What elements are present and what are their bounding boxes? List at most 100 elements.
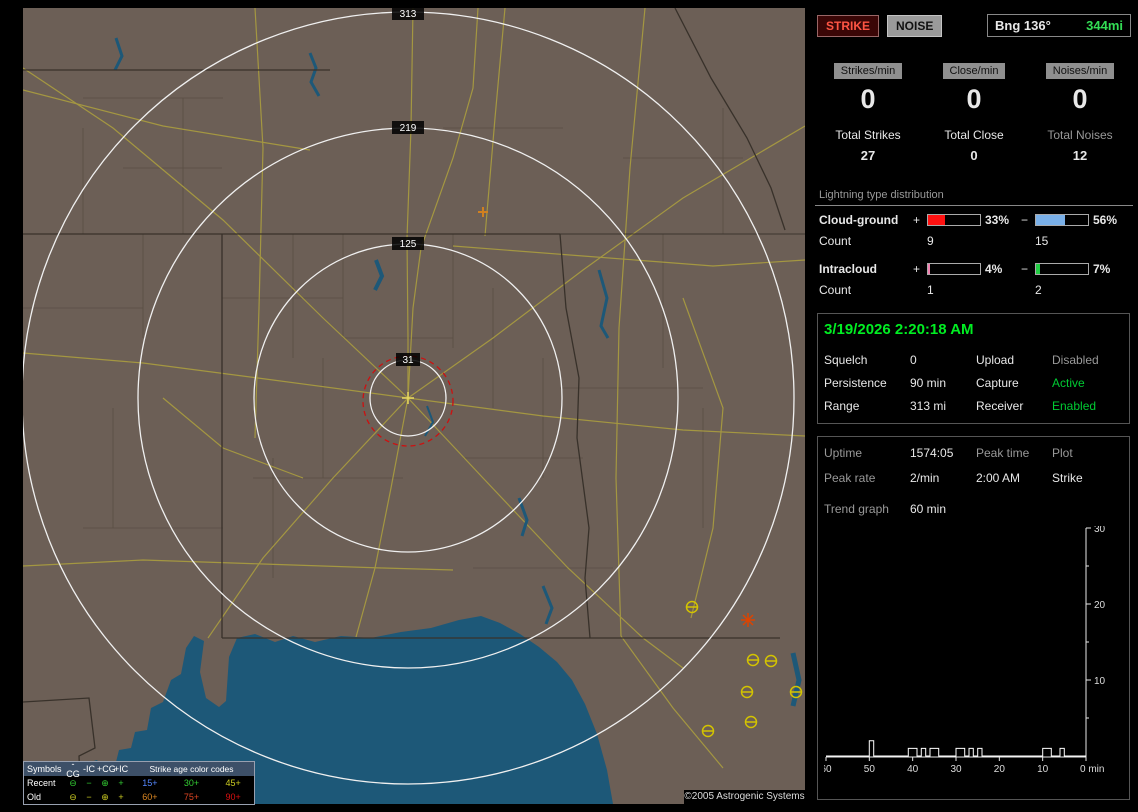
ring-label-125: 125 — [400, 239, 417, 250]
rate-counters: Strikes/min 0 Total Strikes 27 Close/min… — [815, 61, 1133, 163]
capture-label: Capture — [976, 376, 1019, 390]
capture-status: Active — [1052, 376, 1085, 390]
persistence-value: 90 min — [910, 376, 947, 390]
svg-text:10: 10 — [1094, 676, 1106, 687]
svg-text:20: 20 — [994, 764, 1006, 775]
svg-text:10: 10 — [1037, 764, 1049, 775]
cg-negative-bar — [1035, 214, 1089, 226]
neg-ic-recent-icon: − — [86, 778, 92, 788]
bearing-distance: 344mi — [1086, 18, 1123, 33]
svg-text:0 min: 0 min — [1080, 764, 1104, 775]
cloud-ground-label: Cloud-ground — [819, 213, 899, 227]
ic-count-label: Count — [819, 283, 852, 297]
peak-rate-value: 2/min — [910, 471, 940, 485]
total-close-value: 0 — [970, 148, 978, 163]
uptime-stats-grid: Uptime 1574:05 Peak time Plot Peak rate … — [824, 446, 1123, 516]
total-strikes-value: 27 — [860, 148, 876, 163]
noises-per-min-column: Noises/min 0 Total Noises 12 — [1027, 61, 1133, 163]
svg-text:30: 30 — [1094, 526, 1106, 535]
pos-ic-old-icon: + — [118, 792, 124, 802]
ic-positive-count: 1 — [927, 283, 934, 297]
close-strike-symbol — [741, 613, 755, 627]
neg-ic-old-icon: − — [86, 792, 92, 802]
svg-text:20: 20 — [1094, 600, 1106, 611]
legend-col-pos-ic: +IC — [113, 764, 129, 774]
age-code-30: 30+ — [183, 778, 200, 788]
close-per-min-column: Close/min 0 Total Close 0 — [921, 61, 1027, 163]
range-label: Range — [824, 399, 860, 413]
persistence-label: Persistence — [824, 376, 887, 390]
svg-text:30: 30 — [950, 764, 962, 775]
squelch-label: Squelch — [824, 353, 868, 367]
legend-old-label: Old — [27, 792, 42, 802]
minus-sign: − — [1021, 213, 1029, 227]
strikes-per-min-header[interactable]: Strikes/min — [833, 63, 903, 79]
plus-sign: + — [913, 262, 921, 276]
ic-negative-pct: 7% — [1093, 262, 1111, 276]
ic-negative-bar — [1035, 263, 1089, 275]
uptime-label: Uptime — [824, 446, 863, 460]
ring-label-313: 313 — [400, 9, 417, 20]
cg-negative-pct: 56% — [1093, 213, 1118, 227]
intracloud-count-row: Count 1 2 — [815, 276, 1133, 297]
receiver-status-box: 3/19/2026 2:20:18 AM Squelch 0 Upload Di… — [817, 313, 1130, 424]
plot-label: Plot — [1052, 446, 1073, 460]
range-value: 313 mi — [910, 399, 947, 413]
neg-cg-old-icon: ⊖ — [69, 791, 77, 802]
status-sidebar: STRIKE NOISE Bng 136° 344mi Strikes/min … — [815, 0, 1133, 812]
legend-col-neg-cg: -CG — [66, 759, 80, 779]
noise-mode-button[interactable]: NOISE — [887, 14, 943, 37]
map-canvas: 313 219 125 31 — [23, 8, 805, 804]
age-code-90: 90+ — [225, 792, 241, 802]
lightning-distribution: Lightning type distribution Cloud-ground… — [815, 189, 1133, 297]
legend-col-pos-cg: +CG — [97, 764, 116, 774]
copyright-text: ©2005 Astrogenic Systems — [684, 790, 805, 804]
age-code-15: 15+ — [142, 778, 158, 788]
plot-value: Strike — [1052, 471, 1083, 485]
legend-symbols-title: Symbols — [27, 764, 62, 774]
close-per-min-value: 0 — [966, 84, 982, 114]
legend-row-recent: Recent ⊖ − ⊕ + 15+ 30+ 45+ — [24, 776, 254, 790]
trend-box: Uptime 1574:05 Peak time Plot Peak rate … — [817, 436, 1130, 800]
svg-text:50: 50 — [864, 764, 876, 775]
close-per-min-header[interactable]: Close/min — [942, 63, 1006, 79]
pos-cg-old-icon: ⊕ — [101, 791, 109, 802]
ring-label-219: 219 — [400, 123, 417, 134]
current-timestamp: 3/19/2026 2:20:18 AM — [824, 321, 974, 338]
pos-cg-recent-icon: ⊕ — [101, 777, 109, 788]
noises-per-min-header[interactable]: Noises/min — [1045, 63, 1115, 79]
intracloud-label: Intracloud — [819, 262, 878, 276]
trend-graph-canvas: 30 20 10 60 50 40 30 20 10 0 min — [820, 524, 1106, 775]
peak-time-value: 2:00 AM — [976, 471, 1021, 485]
plus-sign: + — [913, 213, 921, 227]
legend-age-title: Strike age color codes — [149, 764, 234, 774]
mode-toolbar: STRIKE NOISE Bng 136° 344mi — [817, 14, 1131, 37]
trend-graph-window: 60 min — [910, 502, 947, 516]
strike-mode-button[interactable]: STRIKE — [817, 14, 880, 37]
ring-label-31: 31 — [402, 355, 414, 366]
trend-graph-label: Trend graph — [824, 502, 889, 516]
total-noises-label: Total Noises — [1047, 128, 1113, 142]
svg-text:40: 40 — [907, 764, 919, 775]
map-display[interactable]: 313 219 125 31 — [23, 8, 805, 804]
upload-label: Upload — [976, 353, 1015, 367]
pos-ic-recent-icon: + — [118, 778, 124, 788]
total-noises-value: 12 — [1072, 148, 1088, 163]
svg-text:60: 60 — [824, 764, 832, 775]
receiver-label: Receiver — [976, 399, 1024, 413]
cg-count-label: Count — [819, 234, 852, 248]
peak-time-label: Peak time — [976, 446, 1030, 460]
strikes-per-min-value: 0 — [860, 84, 876, 114]
noises-per-min-value: 0 — [1072, 84, 1088, 114]
ic-positive-pct: 4% — [985, 262, 1003, 276]
bearing-value: Bng 136° — [995, 18, 1051, 33]
cg-negative-count: 15 — [1035, 234, 1049, 248]
uptime-value: 1574:05 — [910, 446, 954, 460]
peak-rate-label: Peak rate — [824, 471, 876, 485]
ic-positive-bar — [927, 263, 981, 275]
legend-row-old: Old ⊖ − ⊕ + 60+ 75+ 90+ — [24, 790, 254, 804]
minus-sign: − — [1021, 262, 1029, 276]
cloud-ground-row: Cloud-ground + 33% − 56% — [815, 206, 1133, 227]
upload-status: Disabled — [1052, 353, 1099, 367]
age-code-75: 75+ — [183, 792, 200, 802]
